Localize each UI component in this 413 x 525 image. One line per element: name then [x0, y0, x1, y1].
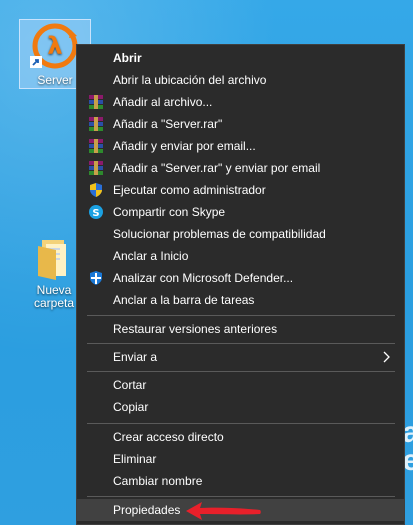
menu-item-solucionar-compatibilidad[interactable]: Solucionar problemas de compatibilidad — [77, 223, 404, 245]
red-arrow-icon — [186, 502, 261, 520]
menu-separator — [87, 315, 395, 316]
menu-item-label: Restaurar versiones anteriores — [113, 322, 278, 336]
menu-item-label: Anclar a la barra de tareas — [113, 293, 255, 307]
menu-item-analizar-defender[interactable]: Analizar con Microsoft Defender... — [77, 267, 404, 289]
menu-separator — [87, 343, 395, 344]
menu-item-anadir-enviar-email[interactable]: Añadir y enviar por email... — [77, 135, 404, 157]
winrar-icon — [89, 95, 103, 109]
menu-separator — [87, 423, 395, 424]
menu-item-eliminar[interactable]: Eliminar — [77, 448, 404, 470]
context-menu: Abrir Abrir la ubicación del archivo Aña… — [76, 44, 405, 525]
uac-shield-icon — [90, 183, 102, 197]
menu-item-label: Cambiar nombre — [113, 474, 203, 488]
menu-item-compartir-skype[interactable]: S Compartir con Skype — [77, 201, 404, 223]
menu-item-label: Solucionar problemas de compatibilidad — [113, 227, 326, 241]
menu-item-label: Analizar con Microsoft Defender... — [113, 271, 294, 285]
menu-item-cortar[interactable]: Cortar — [77, 374, 404, 396]
menu-item-cambiar-nombre[interactable]: Cambiar nombre — [77, 470, 404, 492]
svg-text:λ: λ — [47, 32, 62, 60]
menu-item-label: Compartir con Skype — [113, 205, 226, 219]
menu-item-abrir-ubicacion[interactable]: Abrir la ubicación del archivo — [77, 69, 404, 91]
shortcut-arrow-icon — [30, 56, 42, 68]
menu-item-label: Añadir al archivo... — [113, 95, 213, 109]
menu-item-copiar[interactable]: Copiar — [77, 396, 404, 418]
folder-icon — [38, 240, 66, 280]
menu-item-label: Eliminar — [113, 452, 157, 466]
chevron-right-icon — [383, 351, 390, 363]
menu-item-label: Añadir a "Server.rar" y enviar por email — [113, 161, 321, 175]
menu-item-anclar-barra-tareas[interactable]: Anclar a la barra de tareas — [77, 289, 404, 311]
menu-item-anadir-archivo[interactable]: Añadir al archivo... — [77, 91, 404, 113]
menu-item-label: Añadir y enviar por email... — [113, 139, 256, 153]
menu-item-ejecutar-administrador[interactable]: Ejecutar como administrador — [77, 179, 404, 201]
menu-item-label: Cortar — [113, 378, 147, 392]
menu-item-anadir-server-rar-email[interactable]: Añadir a "Server.rar" y enviar por email — [77, 157, 404, 179]
menu-item-label: Anclar a Inicio — [113, 249, 189, 263]
desktop: a e λ Server Nueva carpeta Abrir Abrir l… — [0, 0, 413, 525]
svg-text:S: S — [92, 208, 99, 219]
menu-separator — [87, 371, 395, 372]
winrar-icon — [89, 161, 103, 175]
menu-item-restaurar-versiones[interactable]: Restaurar versiones anteriores — [77, 318, 404, 340]
skype-icon: S — [89, 205, 103, 219]
menu-item-label: Enviar a — [113, 350, 158, 364]
winrar-icon — [89, 139, 103, 153]
menu-item-abrir[interactable]: Abrir — [77, 47, 404, 69]
menu-item-label: Propiedades — [113, 503, 181, 517]
menu-item-label: Ejecutar como administrador — [113, 183, 266, 197]
menu-item-label: Crear acceso directo — [113, 430, 224, 444]
menu-item-label: Abrir la ubicación del archivo — [113, 73, 267, 87]
menu-item-enviar-a[interactable]: Enviar a — [77, 346, 404, 368]
menu-item-anadir-server-rar[interactable]: Añadir a "Server.rar" — [77, 113, 404, 135]
menu-item-crear-acceso-directo[interactable]: Crear acceso directo — [77, 426, 404, 448]
menu-item-label: Copiar — [113, 400, 149, 414]
desktop-icon-label: Nueva carpeta — [33, 283, 75, 310]
winrar-icon — [89, 117, 103, 131]
menu-item-label: Añadir a "Server.rar" — [113, 117, 223, 131]
defender-icon — [90, 271, 102, 285]
menu-item-label: Abrir — [113, 51, 142, 65]
menu-separator — [87, 496, 395, 497]
menu-item-anclar-inicio[interactable]: Anclar a Inicio — [77, 245, 404, 267]
